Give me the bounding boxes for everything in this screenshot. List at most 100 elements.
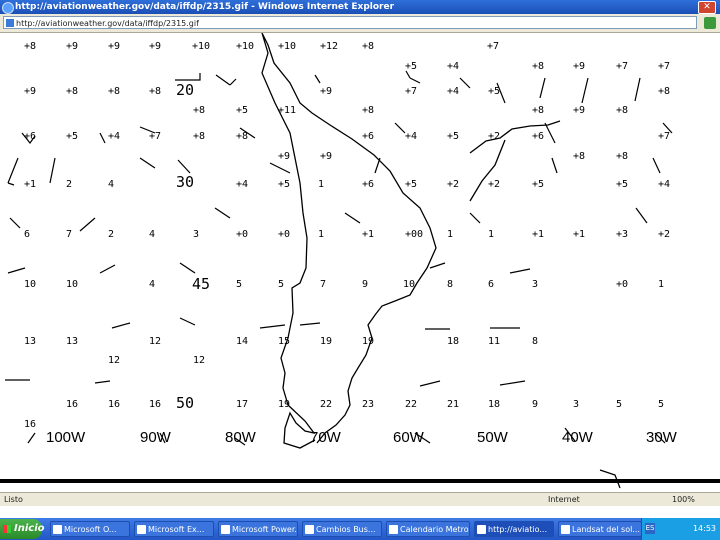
station-label: 3 [532, 279, 539, 290]
pressure-label: 50 [176, 394, 195, 412]
task-button-excel[interactable]: Microsoft Ex... [134, 521, 214, 537]
station-label: +2 [658, 229, 671, 240]
station-label: +9 [24, 86, 37, 97]
station-label: +4 [447, 61, 460, 72]
start-label: Inicio [14, 523, 45, 534]
task-label: http://aviatio... [488, 525, 548, 534]
station-label: 6 [24, 229, 31, 240]
station-label: 5 [658, 399, 665, 410]
station-label: 7 [66, 229, 73, 240]
station-label: +5 [278, 179, 291, 190]
station-label: 22 [320, 399, 333, 410]
task-button-calendario[interactable]: Calendario Metro... [386, 521, 470, 537]
station-label: +8 [236, 131, 249, 142]
station-label: +7 [487, 41, 500, 52]
gif-viewport: +8 +9 +9 +9 +10 +10 +10 +12 +8 +7 +5 +4 … [0, 33, 720, 505]
station-label: 12 [108, 355, 121, 366]
station-label: 23 [362, 399, 375, 410]
station-label: +8 [193, 131, 206, 142]
station-label: +6 [532, 131, 545, 142]
station-label: 8 [447, 279, 454, 290]
station-label: +0 [616, 279, 629, 290]
station-label: 1 [658, 279, 665, 290]
station-label: +5 [405, 179, 418, 190]
app-icon [389, 525, 398, 534]
station-label: +9 [108, 41, 121, 52]
windows-logo-icon [3, 525, 11, 533]
station-label: 13 [24, 336, 37, 347]
station-label: +5 [616, 179, 629, 190]
task-button-ie[interactable]: http://aviatio... [474, 521, 554, 537]
station-label: +10 [278, 41, 297, 52]
station-label: +12 [320, 41, 339, 52]
url-field[interactable]: http://aviationweather.gov/data/iffdp/23… [3, 16, 697, 29]
station-label: 12 [193, 355, 206, 366]
station-label: +6 [362, 131, 375, 142]
station-label: 4 [149, 279, 156, 290]
longitude-label: 60W [393, 429, 424, 446]
station-label: 1 [447, 229, 454, 240]
wind-barbs [5, 70, 673, 446]
station-label: +9 [320, 151, 333, 162]
station-label: +8 [616, 151, 629, 162]
station-label: +5 [447, 131, 460, 142]
station-label: +4 [405, 131, 418, 142]
station-label: +7 [658, 131, 671, 142]
task-button-cambios[interactable]: Cambios Bus... [302, 521, 382, 537]
station-label: 11 [488, 336, 501, 347]
longitude-label: 40W [562, 429, 593, 446]
security-zone[interactable]: Internet [548, 493, 580, 506]
zoom-level[interactable]: 100% [672, 493, 695, 506]
station-label: 5 [236, 279, 243, 290]
language-indicator[interactable]: ES [645, 523, 655, 534]
close-window-button[interactable]: ✕ [698, 1, 716, 14]
station-label: +0 [236, 229, 249, 240]
station-label: 5 [278, 279, 285, 290]
longitude-label: 70W [310, 429, 341, 446]
task-label: Microsoft O... [64, 525, 117, 534]
station-label: +6 [362, 179, 375, 190]
clock: 14:53 [692, 524, 716, 533]
station-label: +8 [193, 105, 206, 116]
station-label: 7 [320, 279, 327, 290]
station-label: 18 [447, 336, 460, 347]
station-label: +1 [573, 229, 586, 240]
station-label: +6 [24, 131, 37, 142]
status-text: Listo [4, 495, 23, 504]
task-label: Calendario Metro... [400, 525, 470, 534]
station-label: +10 [192, 41, 211, 52]
station-label: +00 [405, 229, 424, 240]
longitude-label: 30W [646, 429, 677, 446]
station-label: +1 [532, 229, 545, 240]
station-label: +7 [616, 61, 629, 72]
task-button-powerpoint[interactable]: Microsoft Power... [218, 521, 298, 537]
window-title: http://aviationweather.gov/data/iffdp/23… [15, 2, 395, 12]
station-label: +11 [278, 105, 297, 116]
station-label: +10 [236, 41, 255, 52]
station-label: 16 [149, 399, 162, 410]
longitude-label: 90W [140, 429, 171, 446]
station-label: +8 [362, 41, 375, 52]
station-label: 19 [320, 336, 333, 347]
station-label: +9 [320, 86, 333, 97]
station-label: +2 [447, 179, 460, 190]
start-button[interactable]: Inicio [0, 519, 45, 539]
station-label: +9 [278, 151, 291, 162]
longitude-label: 50W [477, 429, 508, 446]
station-label: +8 [66, 86, 79, 97]
station-label: +8 [362, 105, 375, 116]
station-label: +2 [488, 131, 501, 142]
station-label: 4 [149, 229, 156, 240]
station-label: +8 [532, 61, 545, 72]
station-label: 1 [318, 229, 325, 240]
station-label: 2 [108, 229, 115, 240]
go-icon[interactable] [704, 17, 716, 29]
station-label: +5 [66, 131, 79, 142]
station-label: +2 [488, 179, 501, 190]
station-label: +8 [658, 86, 671, 97]
station-label: 18 [488, 399, 501, 410]
station-label: 10 [403, 279, 416, 290]
station-label: +5 [236, 105, 249, 116]
task-button-outlook[interactable]: Microsoft O... [50, 521, 130, 537]
task-button-landsat[interactable]: Landsat del sol... [558, 521, 642, 537]
